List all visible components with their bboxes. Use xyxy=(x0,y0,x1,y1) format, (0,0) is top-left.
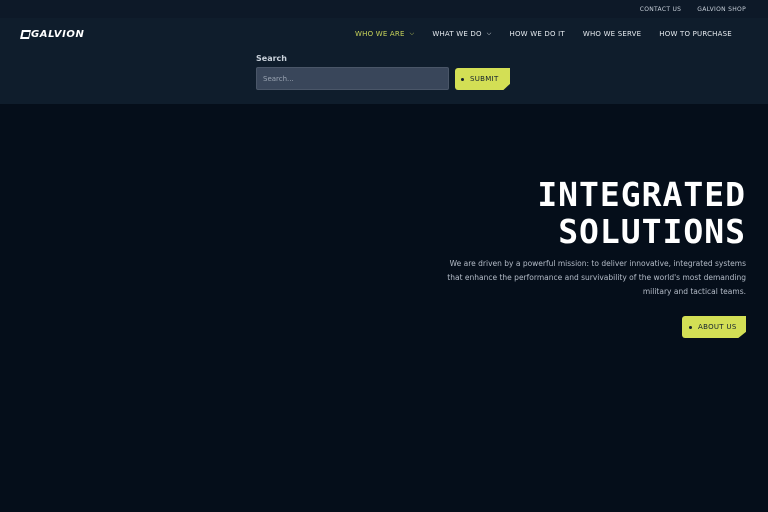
nav-item-what-we-do[interactable]: WHAT WE DO ⌵ xyxy=(432,30,491,38)
contact-us-link[interactable]: CONTACT US xyxy=(640,6,682,13)
utility-bar: CONTACT US GALVION SHOP xyxy=(0,0,768,18)
submit-button[interactable]: SUBMIT xyxy=(455,68,510,90)
about-us-button[interactable]: ABOUT US xyxy=(682,316,746,338)
nav-item-label: WHAT WE DO xyxy=(432,30,482,38)
nav-item-label: HOW WE DO IT xyxy=(509,30,565,38)
hero-title-line-2: SOLUTIONS xyxy=(558,212,746,251)
nav-item-label: WHO WE ARE xyxy=(355,30,405,38)
about-us-button-label: ABOUT US xyxy=(698,323,737,331)
submit-button-label: SUBMIT xyxy=(470,75,499,83)
main-nav: WHO WE ARE ⌵ WHAT WE DO ⌵ HOW WE DO IT W… xyxy=(355,30,750,38)
logo-mark-icon xyxy=(20,30,31,39)
search-input[interactable] xyxy=(256,67,449,90)
hero-description: We are driven by a powerful mission: to … xyxy=(447,259,746,296)
logo-text: GALVION xyxy=(31,29,85,40)
nav-item-how-to-purchase[interactable]: HOW TO PURCHASE xyxy=(659,30,732,38)
nav-item-label: WHO WE SERVE xyxy=(582,30,642,38)
nav-item-who-we-serve[interactable]: WHO WE SERVE xyxy=(583,30,641,38)
search-label: Search xyxy=(256,54,287,63)
site-header: GALVION WHO WE ARE ⌵ WHAT WE DO ⌵ HOW WE… xyxy=(0,18,768,104)
nav-item-who-we-are[interactable]: WHO WE ARE ⌵ xyxy=(355,30,414,38)
hero-title: INTEGRATED SOLUTIONS xyxy=(537,176,746,250)
hero-title-line-1: INTEGRATED xyxy=(537,175,746,214)
galvion-logo[interactable]: GALVION xyxy=(20,29,85,40)
dot-icon xyxy=(461,77,464,81)
chevron-down-icon: ⌵ xyxy=(409,30,415,37)
galvion-shop-link[interactable]: GALVION SHOP xyxy=(697,6,746,13)
chevron-down-icon: ⌵ xyxy=(486,30,492,37)
nav-item-label: HOW TO PURCHASE xyxy=(659,30,732,38)
nav-item-how-we-do-it[interactable]: HOW WE DO IT xyxy=(509,30,564,38)
dot-icon xyxy=(689,325,692,329)
